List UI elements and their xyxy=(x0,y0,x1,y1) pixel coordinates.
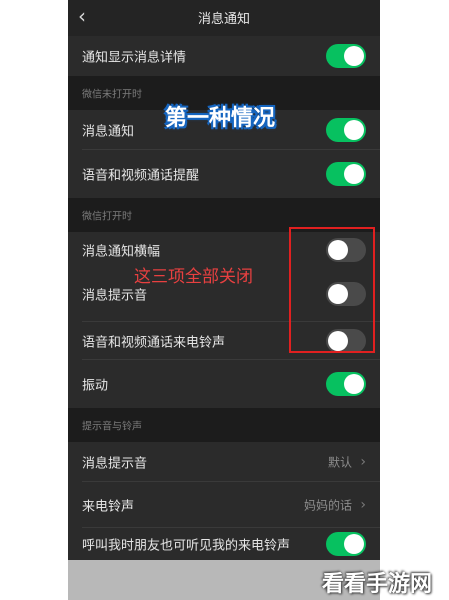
row-label: 消息提示音 xyxy=(82,456,148,472)
toggle-knob xyxy=(344,120,364,140)
row-label: 通知显示消息详情 xyxy=(82,50,187,66)
nav-header: ‹ 消息通知 xyxy=(68,0,380,36)
row-friend-hear[interactable]: 呼叫我时朋友也可听见我的来电铃声 xyxy=(68,528,380,560)
notice-toggle[interactable] xyxy=(326,118,366,142)
row-label: 语音和视频通话来电铃声 xyxy=(82,335,226,351)
row-label: 来电铃声 xyxy=(82,499,135,515)
friend-hear-toggle[interactable] xyxy=(326,532,366,556)
ringtone-value: 妈妈的话 xyxy=(303,498,352,513)
row-label: 消息通知 xyxy=(82,124,135,140)
case-label-overlay: 第一种情况 xyxy=(165,106,276,131)
section-title: 微信未打开时 xyxy=(82,89,142,101)
row-ringtone[interactable]: 来电铃声 妈妈的话 › xyxy=(68,482,380,528)
row-msg-tone[interactable]: 消息提示音 默认 › xyxy=(68,442,380,482)
annotation-text: 这三项全部关闭 xyxy=(134,267,253,287)
toggle-knob xyxy=(344,534,364,554)
row-label: 消息通知横幅 xyxy=(82,244,161,260)
av-remind-toggle[interactable] xyxy=(326,162,366,186)
show-detail-toggle[interactable] xyxy=(326,44,366,68)
page-title: 消息通知 xyxy=(197,12,250,27)
section-title: 提示音与铃声 xyxy=(82,421,142,433)
row-label: 振动 xyxy=(82,378,109,394)
msg-tone-value: 默认 xyxy=(327,455,352,470)
row-show-detail[interactable]: 通知显示消息详情 xyxy=(68,36,380,76)
row-label: 消息提示音 xyxy=(82,288,148,304)
section-tones: 提示音与铃声 xyxy=(68,408,380,442)
vibrate-toggle[interactable] xyxy=(326,372,366,396)
highlight-box xyxy=(289,227,375,353)
row-label: 呼叫我时朋友也可听见我的来电铃声 xyxy=(82,538,291,554)
toggle-knob xyxy=(344,164,364,184)
row-vibrate[interactable]: 振动 xyxy=(68,360,380,408)
row-av-remind[interactable]: 语音和视频通话提醒 xyxy=(68,150,380,198)
chevron-right-icon: › xyxy=(360,454,366,470)
toggle-knob xyxy=(344,46,364,66)
toggle-knob xyxy=(344,374,364,394)
watermark-text: 看看手游网 xyxy=(322,572,433,597)
chevron-right-icon: › xyxy=(360,497,366,513)
section-title: 微信打开时 xyxy=(82,211,132,223)
row-label: 语音和视频通话提醒 xyxy=(82,168,200,184)
